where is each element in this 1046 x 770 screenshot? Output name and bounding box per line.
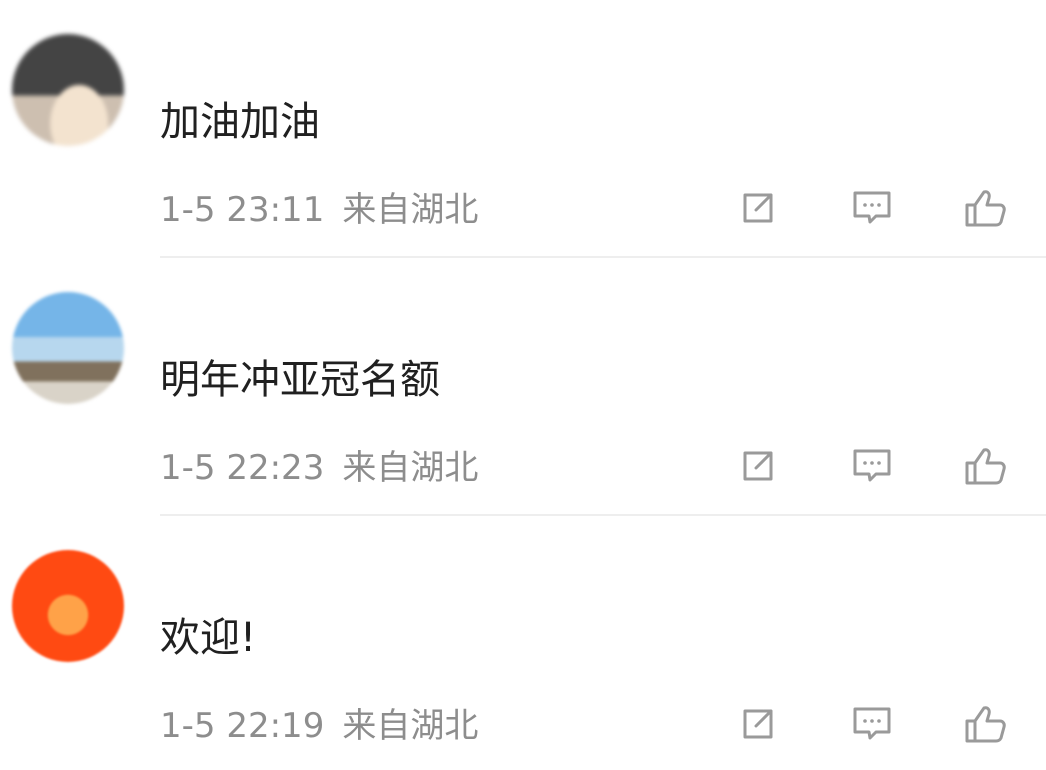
location-label: 来自湖北 — [342, 706, 479, 746]
username-blurred[interactable] — [158, 300, 276, 338]
thumbs-up-icon — [965, 448, 1006, 485]
reply-icon — [853, 191, 891, 224]
share-button[interactable] — [730, 698, 786, 750]
reply-button[interactable] — [844, 440, 900, 492]
like-button[interactable] — [956, 440, 1012, 492]
comment-item[interactable]: 明年冲亚冠名额 1-5 22:23 来自湖北 — [0, 258, 1046, 516]
thumbs-up-icon — [965, 706, 1006, 743]
comment-item[interactable]: 加油加油 1-5 23:11 来自湖北 — [0, 0, 1046, 258]
reply-button[interactable] — [844, 698, 900, 750]
comments-page: 加油加油 1-5 23:11 来自湖北 明年冲亚冠名额 1-5 22:23 来自… — [0, 0, 1046, 770]
location-label: 来自湖北 — [342, 448, 479, 488]
location-label: 来自湖北 — [342, 190, 479, 230]
share-icon — [743, 709, 773, 739]
comment-meta: 1-5 23:11 来自湖北 — [160, 188, 478, 232]
like-button[interactable] — [956, 182, 1012, 234]
share-icon — [743, 193, 773, 223]
comment-meta: 1-5 22:23 来自湖北 — [160, 446, 478, 490]
thumbs-up-icon — [965, 190, 1006, 227]
comment-meta: 1-5 22:19 来自湖北 — [160, 704, 478, 748]
avatar[interactable] — [12, 292, 124, 404]
avatar[interactable] — [12, 550, 124, 662]
timestamp: 1-5 23:11 — [160, 190, 325, 230]
comment-text: 明年冲亚冠名额 — [160, 357, 440, 403]
timestamp: 1-5 22:19 — [160, 706, 325, 746]
comment-text: 欢迎! — [160, 615, 257, 661]
share-button[interactable] — [730, 440, 786, 492]
share-icon — [743, 451, 773, 481]
avatar[interactable] — [12, 34, 124, 146]
comment-item[interactable]: 欢迎! 1-5 22:19 来自湖北 — [0, 516, 1046, 770]
username-blurred[interactable] — [158, 556, 384, 594]
like-button[interactable] — [956, 698, 1012, 750]
reply-icon — [853, 707, 891, 740]
reply-button[interactable] — [844, 182, 900, 234]
username-blurred[interactable] — [158, 40, 384, 78]
timestamp: 1-5 22:23 — [160, 448, 325, 488]
reply-icon — [853, 449, 891, 482]
share-button[interactable] — [730, 182, 786, 234]
comment-text: 加油加油 — [160, 99, 320, 145]
